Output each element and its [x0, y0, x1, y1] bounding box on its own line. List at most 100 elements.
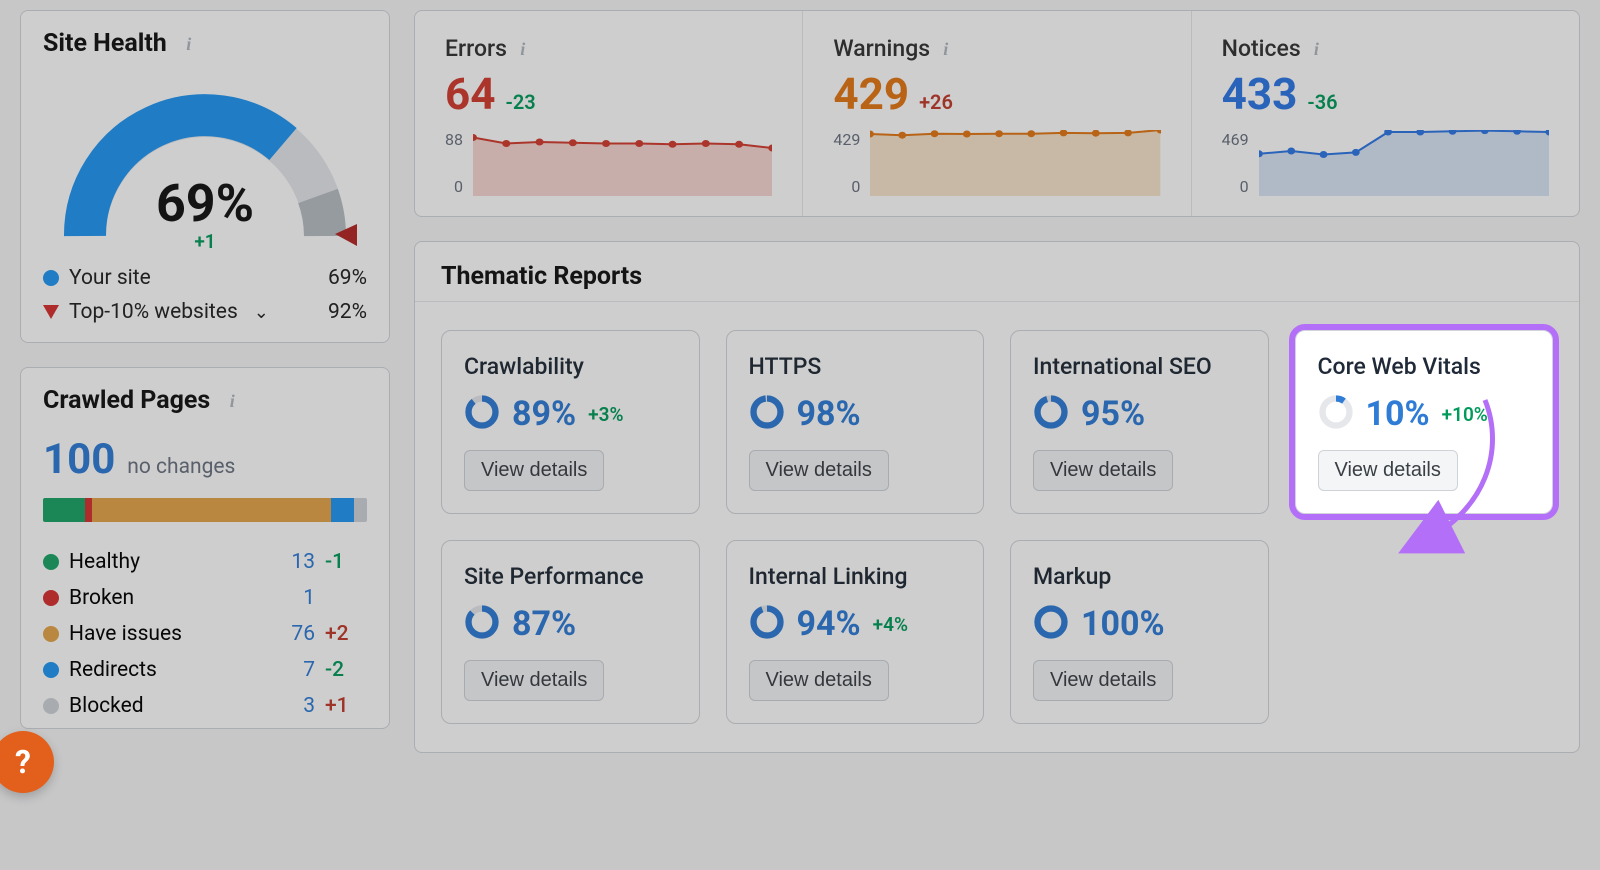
issue-title: Warnings: [833, 35, 930, 62]
crawled-row-have-issues[interactable]: Have issues 76+2: [43, 616, 367, 652]
donut-icon: [464, 394, 500, 434]
report-title: Crawlability: [464, 353, 677, 380]
legend-top10[interactable]: Top-10% websites ⌄ 92%: [43, 300, 367, 324]
donut-icon: [749, 394, 785, 434]
report-title: Internal Linking: [749, 563, 962, 590]
issue-card-errors[interactable]: Errors i64-23880: [415, 11, 803, 216]
donut-icon: [1318, 394, 1354, 434]
crawled-pages-total: 100: [43, 435, 115, 484]
view-details-button[interactable]: View details: [1318, 450, 1458, 491]
donut-icon: [749, 604, 785, 644]
report-card-internal-linking: Internal Linking 94% +4% View details: [726, 540, 985, 724]
view-details-button[interactable]: View details: [464, 450, 604, 491]
issue-card-notices[interactable]: Notices i 433 -36 469 0: [1192, 11, 1579, 216]
crawled-row-count: 7: [265, 658, 315, 682]
report-card-https: HTTPS 98% View details: [726, 330, 985, 514]
crawled-row-delta: +2: [315, 622, 367, 646]
issue-title: Notices: [1222, 35, 1301, 62]
triangle-down-icon: [43, 305, 59, 319]
segment-healthy: [43, 498, 85, 522]
site-health-gauge: 69% +1: [45, 76, 365, 256]
crawled-pages-note: no changes: [127, 455, 235, 479]
spark-ymin: 0: [833, 177, 860, 196]
report-title: Markup: [1033, 563, 1246, 590]
spark-ymax: 469: [1222, 130, 1249, 149]
crawled-row-redirects[interactable]: Redirects 7-2: [43, 652, 367, 688]
segment-redirects: [331, 498, 354, 522]
issues-card: Errors i64-23880Warnings i429+264290Noti…: [414, 10, 1580, 217]
issue-value: 433: [1222, 68, 1298, 120]
crawled-row-label: Blocked: [69, 694, 144, 718]
thematic-reports-card: Thematic Reports Crawlability89%+3%View …: [414, 241, 1580, 753]
report-pct: 87%: [512, 604, 576, 644]
info-icon[interactable]: i: [222, 392, 242, 412]
crawled-pages-title: Crawled Pages: [43, 386, 210, 415]
report-delta: +4%: [873, 613, 908, 636]
issue-delta: -36: [1307, 90, 1337, 114]
dot-icon: [43, 662, 59, 678]
info-icon[interactable]: i: [1306, 40, 1326, 60]
report-card-crawlability: Crawlability89%+3%View details: [441, 330, 700, 514]
report-title: International SEO: [1033, 353, 1246, 380]
dot-icon: [43, 554, 59, 570]
view-details-button[interactable]: View details: [1033, 450, 1173, 491]
view-details-button[interactable]: View details: [464, 660, 604, 701]
issue-value: 429: [833, 68, 909, 120]
report-card-core-web-vitals: Core Web Vitals10%+10%View details: [1295, 330, 1554, 514]
issue-card-warnings[interactable]: Warnings i429+264290: [803, 11, 1191, 216]
crawled-row-healthy[interactable]: Healthy 13-1: [43, 544, 367, 580]
issue-value: 64: [445, 68, 496, 120]
site-health-value: 69%: [156, 173, 254, 234]
view-details-button[interactable]: View details: [749, 450, 889, 491]
report-card-international-seo: International SEO95%View details: [1010, 330, 1269, 514]
report-title: Site Performance: [464, 563, 677, 590]
info-icon[interactable]: i: [179, 35, 199, 55]
report-card-markup: Markup 100% View details: [1010, 540, 1269, 724]
legend-label: Your site: [69, 266, 151, 290]
segment-blocked: [354, 498, 367, 522]
legend-your-site: Your site 69%: [43, 266, 367, 290]
crawled-row-label: Have issues: [69, 622, 182, 646]
donut-icon: [1033, 394, 1069, 434]
crawled-pages-stackbar: [43, 498, 367, 522]
report-card-site-performance: Site Performance 87% View details: [441, 540, 700, 724]
donut-icon: [1033, 604, 1069, 644]
chevron-down-icon[interactable]: ⌄: [254, 302, 269, 323]
crawled-pages-card: Crawled Pages i 100 no changes Healthy 13…: [20, 367, 390, 729]
report-title: Core Web Vitals: [1318, 353, 1531, 380]
crawled-row-delta: -2: [315, 658, 367, 682]
help-fab[interactable]: ?: [0, 731, 54, 793]
info-icon[interactable]: i: [936, 40, 956, 60]
spark-ymax: 88: [445, 130, 463, 149]
crawled-row-count: 13: [265, 550, 315, 574]
crawled-row-label: Redirects: [69, 658, 157, 682]
legend-label: Top-10% websites: [69, 300, 238, 324]
dot-icon: [43, 270, 59, 286]
crawled-row-broken[interactable]: Broken1: [43, 580, 367, 616]
report-pct: 94%: [797, 604, 861, 644]
report-title: HTTPS: [749, 353, 962, 380]
thematic-reports-title: Thematic Reports: [441, 262, 642, 291]
crawled-row-delta: -1: [315, 550, 367, 574]
site-health-title: Site Health: [43, 29, 167, 58]
view-details-button[interactable]: View details: [749, 660, 889, 701]
report-delta: +3%: [588, 403, 623, 426]
spark-ymin: 0: [1222, 177, 1249, 196]
report-pct: 100%: [1081, 604, 1165, 644]
dot-icon: [43, 626, 59, 642]
crawled-row-count: 76: [265, 622, 315, 646]
issue-delta: -23: [506, 90, 536, 114]
donut-icon: [464, 604, 500, 644]
segment-have-issues: [92, 498, 332, 522]
legend-value: 92%: [328, 300, 367, 324]
crawled-row-blocked[interactable]: Blocked3+1: [43, 688, 367, 724]
issue-delta: +26: [919, 90, 953, 114]
crawled-row-count: 1: [265, 586, 315, 610]
dot-icon: [43, 590, 59, 606]
report-pct: 10%: [1366, 394, 1430, 434]
crawled-row-label: Healthy: [69, 550, 140, 574]
view-details-button[interactable]: View details: [1033, 660, 1173, 701]
report-pct: 98%: [797, 394, 861, 434]
spark-ymin: 0: [445, 177, 463, 196]
info-icon[interactable]: i: [513, 40, 533, 60]
